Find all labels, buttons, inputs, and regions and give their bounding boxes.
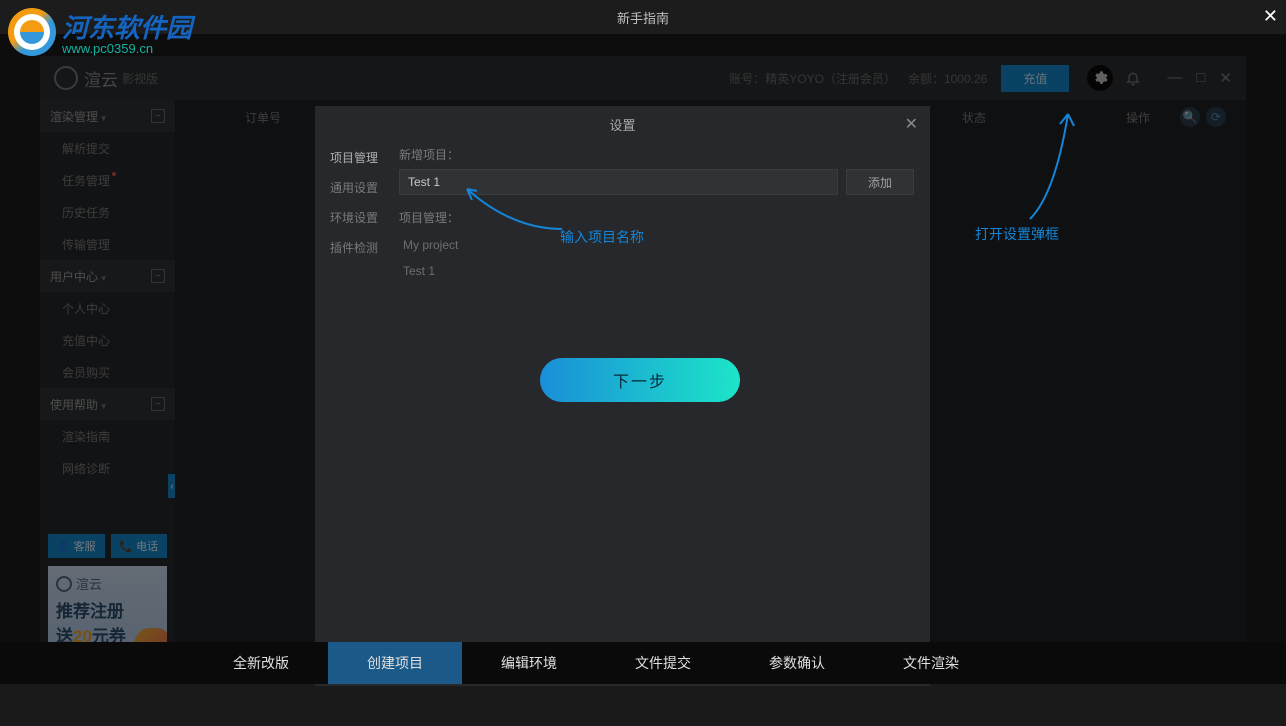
sidebar-item-diagnosis[interactable]: 网络诊断 xyxy=(40,452,175,484)
site-watermark: 河东软件园 www.pc0359.cn xyxy=(8,8,192,56)
step-tab-overview[interactable]: 全新改版 xyxy=(194,642,328,684)
sidebar-item-tasks[interactable]: 任务管理 xyxy=(40,164,175,196)
add-project-button[interactable]: 添加 xyxy=(846,169,914,195)
annotation-arrow-settings xyxy=(1000,104,1080,224)
settings-tab-general[interactable]: 通用设置 xyxy=(315,172,393,202)
sidebar-item-transfer[interactable]: 传输管理 xyxy=(40,228,175,260)
support-service-button[interactable]: 👤 客服 xyxy=(48,534,105,558)
annotation-input-name: 输入项目名称 xyxy=(560,227,644,247)
step-tab-edit-env[interactable]: 编辑环境 xyxy=(462,642,596,684)
column-order: 订单号 xyxy=(245,109,281,126)
step-tab-create-project[interactable]: 创建项目 xyxy=(328,642,462,684)
collapse-icon[interactable]: − xyxy=(151,269,165,283)
settings-modal-title: 设置 xyxy=(609,115,635,134)
sidebar: 渲染管理 ▾ − 解析提交 任务管理 历史任务 传输管理 用户中心 ▾ − 个人… xyxy=(40,100,175,684)
refresh-icon-button[interactable]: ⟳ xyxy=(1206,107,1226,127)
promo-line1: 推荐注册 xyxy=(56,597,159,622)
recharge-button[interactable]: 充值 xyxy=(1001,65,1069,92)
app-logo-text: 渲云 xyxy=(84,66,118,91)
step-tab-file-submit[interactable]: 文件提交 xyxy=(596,642,730,684)
next-step-button[interactable]: 下一步 xyxy=(540,358,740,402)
settings-tab-project[interactable]: 项目管理 xyxy=(315,142,393,172)
watermark-title: 河东软件园 xyxy=(62,8,192,45)
app-header: 渲云 影视版 账号：精英YOYO（注册会员） 余额：1000.26 充值 — □… xyxy=(40,56,1246,100)
settings-tab-environment[interactable]: 环境设置 xyxy=(315,202,393,232)
sidebar-item-guide[interactable]: 渲染指南 xyxy=(40,420,175,452)
collapse-icon[interactable]: − xyxy=(151,397,165,411)
maximize-button[interactable]: □ xyxy=(1196,69,1205,87)
support-phone-button[interactable]: 📞 电话 xyxy=(111,534,168,558)
account-label: 账号：精英YOYO（注册会员） xyxy=(729,70,896,87)
new-project-label: 新增项目： xyxy=(399,146,914,163)
annotation-open-settings: 打开设置弹框 xyxy=(975,224,1059,244)
sidebar-section-help[interactable]: 使用帮助 ▾ − xyxy=(40,388,175,420)
guide-close-button[interactable]: ✕ xyxy=(1263,6,1278,27)
step-tabs: 全新改版 创建项目 编辑环境 文件提交 参数确认 文件渲染 xyxy=(0,642,1286,684)
sidebar-section-render[interactable]: 渲染管理 ▾ − xyxy=(40,100,175,132)
column-status: 状态 xyxy=(962,109,986,126)
search-icon-button[interactable]: 🔍 xyxy=(1180,107,1200,127)
collapse-icon[interactable]: − xyxy=(151,109,165,123)
settings-button[interactable] xyxy=(1087,65,1113,91)
sidebar-section-user[interactable]: 用户中心 ▾ − xyxy=(40,260,175,292)
settings-tab-plugin[interactable]: 插件检测 xyxy=(315,232,393,262)
sidebar-item-membership[interactable]: 会员购买 xyxy=(40,356,175,388)
step-tab-file-render[interactable]: 文件渲染 xyxy=(864,642,998,684)
app-logo-icon xyxy=(54,66,78,90)
sidebar-item-parse[interactable]: 解析提交 xyxy=(40,132,175,164)
sidebar-item-profile[interactable]: 个人中心 xyxy=(40,292,175,324)
app-logo-subtext: 影视版 xyxy=(122,70,158,87)
step-tab-param-confirm[interactable]: 参数确认 xyxy=(730,642,864,684)
settings-close-button[interactable]: ✕ xyxy=(905,114,918,134)
column-action: 操作 xyxy=(1126,109,1150,126)
annotation-arrow-input xyxy=(452,174,572,244)
balance-label: 余额：1000.26 xyxy=(908,70,987,87)
watermark-logo-icon xyxy=(8,8,56,56)
bell-icon xyxy=(1125,70,1141,86)
sidebar-item-recharge[interactable]: 充值中心 xyxy=(40,324,175,356)
close-button[interactable]: ✕ xyxy=(1219,69,1232,87)
app-logo: 渲云 影视版 xyxy=(54,66,158,91)
guide-titlebar: 新手指南 ✕ xyxy=(0,0,1286,34)
guide-title: 新手指南 xyxy=(617,8,669,27)
sidebar-item-history[interactable]: 历史任务 xyxy=(40,196,175,228)
project-item[interactable]: Test 1 xyxy=(399,258,914,284)
minimize-button[interactable]: — xyxy=(1167,69,1182,87)
notification-button[interactable] xyxy=(1121,66,1145,90)
gear-icon xyxy=(1092,70,1108,86)
